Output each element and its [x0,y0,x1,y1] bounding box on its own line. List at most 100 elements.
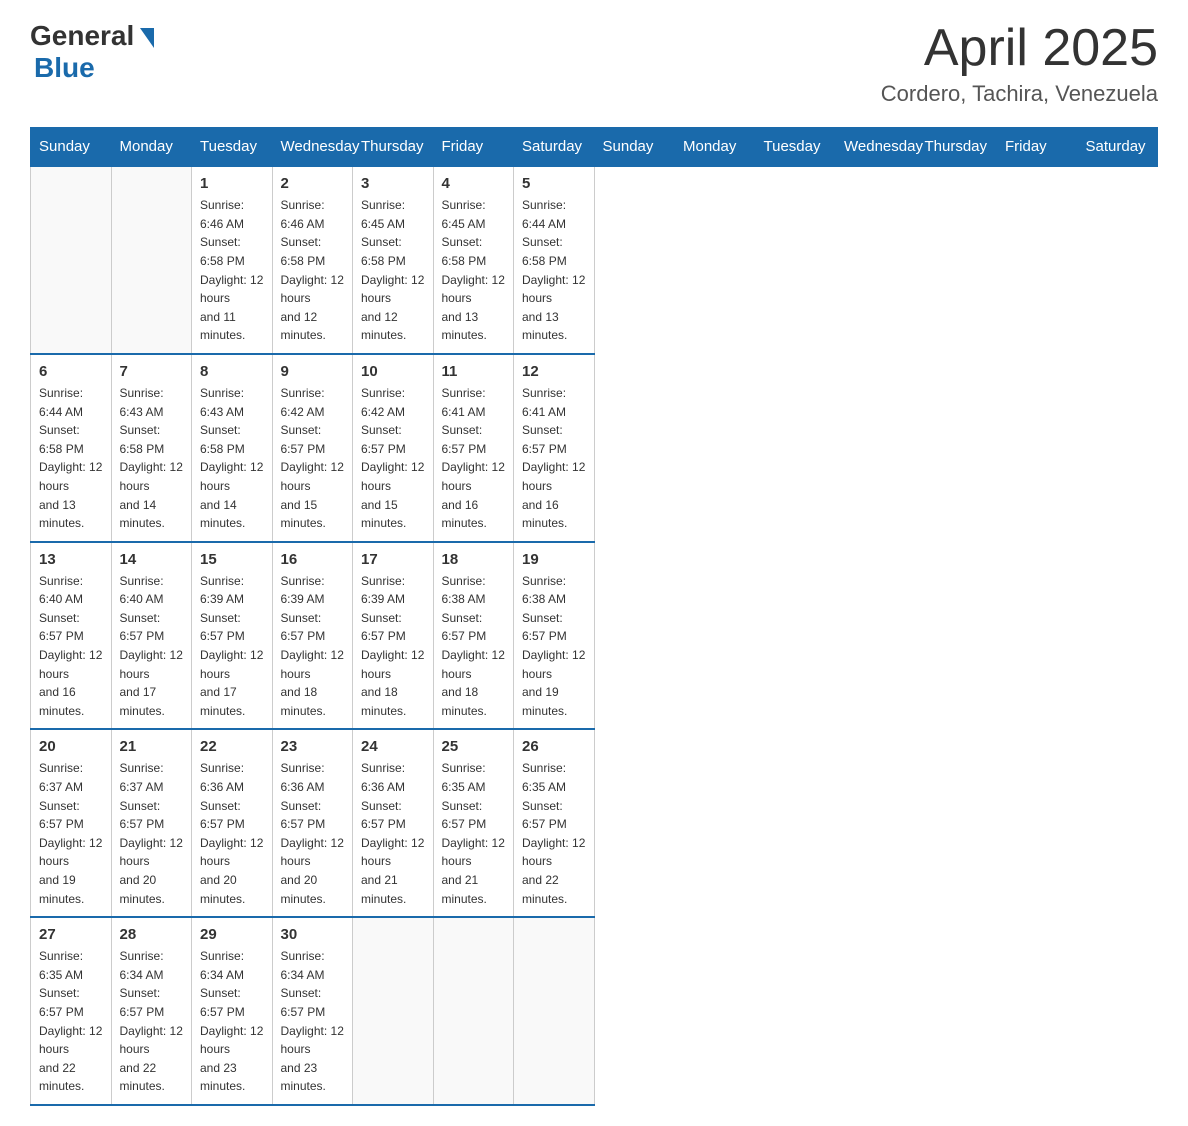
calendar-cell [433,917,514,1105]
calendar-cell: 17 Sunrise: 6:39 AMSunset: 6:57 PMDayligh… [353,542,434,730]
calendar-cell: 29 Sunrise: 6:34 AMSunset: 6:57 PMDayligh… [192,917,273,1105]
day-info: Sunrise: 6:41 AMSunset: 6:57 PMDaylight:… [442,384,506,533]
header-wednesday: Wednesday [836,128,917,167]
calendar-cell: 27 Sunrise: 6:35 AMSunset: 6:57 PMDayligh… [31,917,112,1105]
calendar-cell: 9 Sunrise: 6:42 AMSunset: 6:57 PMDaylight… [272,354,353,542]
day-number: 5 [522,175,586,192]
calendar-cell: 12 Sunrise: 6:41 AMSunset: 6:57 PMDayligh… [514,354,595,542]
calendar-cell: 21Sunrise: 6:37 AMSunset: 6:57 PMDayligh… [111,729,192,917]
header-tuesday: Tuesday [192,128,273,167]
calendar-cell [353,917,434,1105]
day-number: 11 [442,363,506,380]
calendar-week-row: 27 Sunrise: 6:35 AMSunset: 6:57 PMDayligh… [31,917,1158,1105]
header-saturday: Saturday [514,128,595,167]
day-number: 24 [361,738,425,755]
header-friday: Friday [433,128,514,167]
calendar-cell: 25 Sunrise: 6:35 AMSunset: 6:57 PMDayligh… [433,729,514,917]
day-number: 25 [442,738,506,755]
header-monday: Monday [675,128,756,167]
header-saturday: Saturday [1077,128,1158,167]
month-title: April 2025 [881,20,1158,77]
calendar-cell: 24 Sunrise: 6:36 AMSunset: 6:57 PMDayligh… [353,729,434,917]
day-number: 10 [361,363,425,380]
day-number: 6 [39,363,103,380]
header-thursday: Thursday [916,128,997,167]
calendar-cell: 20Sunrise: 6:37 AMSunset: 6:57 PMDayligh… [31,729,112,917]
calendar-cell: 19 Sunrise: 6:38 AMSunset: 6:57 PMDayligh… [514,542,595,730]
day-number: 17 [361,551,425,568]
day-number: 4 [442,175,506,192]
day-info: Sunrise: 6:42 AMSunset: 6:57 PMDaylight:… [281,384,345,533]
day-info: Sunrise: 6:36 AMSunset: 6:57 PMDaylight:… [200,759,264,908]
day-number: 13 [39,551,103,568]
calendar-cell: 7Sunrise: 6:43 AMSunset: 6:58 PMDaylight… [111,354,192,542]
calendar-cell: 2 Sunrise: 6:46 AMSunset: 6:58 PMDaylight… [272,166,353,354]
day-number: 7 [120,363,184,380]
header-friday: Friday [997,128,1078,167]
header-thursday: Thursday [353,128,434,167]
calendar-cell: 13 Sunrise: 6:40 AMSunset: 6:57 PMDayligh… [31,542,112,730]
day-number: 1 [200,175,264,192]
calendar-cell: 16Sunrise: 6:39 AMSunset: 6:57 PMDayligh… [272,542,353,730]
calendar-cell: 5 Sunrise: 6:44 AMSunset: 6:58 PMDaylight… [514,166,595,354]
day-info: Sunrise: 6:39 AMSunset: 6:57 PMDaylight:… [200,572,264,721]
day-number: 29 [200,926,264,943]
calendar-week-row: 20Sunrise: 6:37 AMSunset: 6:57 PMDayligh… [31,729,1158,917]
day-info: Sunrise: 6:34 AMSunset: 6:57 PMDaylight:… [200,947,264,1096]
logo-blue-text: Blue [34,52,95,84]
day-info: Sunrise: 6:35 AMSunset: 6:57 PMDaylight:… [39,947,103,1096]
calendar-cell [514,917,595,1105]
day-info: Sunrise: 6:34 AMSunset: 6:57 PMDaylight:… [120,947,184,1096]
day-number: 27 [39,926,103,943]
calendar-cell: 30Sunrise: 6:34 AMSunset: 6:57 PMDayligh… [272,917,353,1105]
day-info: Sunrise: 6:38 AMSunset: 6:57 PMDaylight:… [442,572,506,721]
day-number: 2 [281,175,345,192]
day-info: Sunrise: 6:42 AMSunset: 6:57 PMDaylight:… [361,384,425,533]
location-title: Cordero, Tachira, Venezuela [881,81,1158,107]
day-number: 12 [522,363,586,380]
day-number: 26 [522,738,586,755]
day-info: Sunrise: 6:40 AMSunset: 6:57 PMDaylight:… [39,572,103,721]
calendar-cell: 1Sunrise: 6:46 AMSunset: 6:58 PMDaylight… [192,166,273,354]
calendar-cell: 4 Sunrise: 6:45 AMSunset: 6:58 PMDaylight… [433,166,514,354]
logo-general-text: General [30,20,134,52]
calendar-cell: 3 Sunrise: 6:45 AMSunset: 6:58 PMDaylight… [353,166,434,354]
calendar-cell: 22Sunrise: 6:36 AMSunset: 6:57 PMDayligh… [192,729,273,917]
day-info: Sunrise: 6:37 AMSunset: 6:57 PMDaylight:… [39,759,103,908]
day-info: Sunrise: 6:39 AMSunset: 6:57 PMDaylight:… [361,572,425,721]
day-info: Sunrise: 6:45 AMSunset: 6:58 PMDaylight:… [361,196,425,345]
day-info: Sunrise: 6:36 AMSunset: 6:57 PMDaylight:… [361,759,425,908]
calendar-cell: 15 Sunrise: 6:39 AMSunset: 6:57 PMDayligh… [192,542,273,730]
day-number: 15 [200,551,264,568]
calendar-week-row: 1 Sunrise: 6:46 AMSunset: 6:58 PMDaylight… [31,166,1158,354]
calendar-cell: 26 Sunrise: 6:35 AMSunset: 6:57 PMDayligh… [514,729,595,917]
title-area: April 2025 Cordero, Tachira, Venezuela [881,20,1158,107]
calendar-cell: 28 Sunrise: 6:34 AMSunset: 6:57 PMDayligh… [111,917,192,1105]
day-number: 19 [522,551,586,568]
day-number: 9 [281,363,345,380]
day-number: 30 [281,926,345,943]
calendar-cell: 8 Sunrise: 6:43 AMSunset: 6:58 PMDaylight… [192,354,273,542]
day-number: 28 [120,926,184,943]
day-info: Sunrise: 6:38 AMSunset: 6:57 PMDaylight:… [522,572,586,721]
day-info: Sunrise: 6:41 AMSunset: 6:57 PMDaylight:… [522,384,586,533]
day-info: Sunrise: 6:46 AMSunset: 6:58 PMDaylight:… [281,196,345,345]
calendar-cell: 23 Sunrise: 6:36 AMSunset: 6:57 PMDayligh… [272,729,353,917]
calendar-cell [111,166,192,354]
day-info: Sunrise: 6:44 AMSunset: 6:58 PMDaylight:… [522,196,586,345]
day-number: 18 [442,551,506,568]
logo: General Blue [30,20,154,84]
day-number: 21 [120,738,184,755]
day-number: 3 [361,175,425,192]
calendar-cell: 14Sunrise: 6:40 AMSunset: 6:57 PMDayligh… [111,542,192,730]
day-info: Sunrise: 6:36 AMSunset: 6:57 PMDaylight:… [281,759,345,908]
day-info: Sunrise: 6:35 AMSunset: 6:57 PMDaylight:… [442,759,506,908]
day-info: Sunrise: 6:39 AMSunset: 6:57 PMDaylight:… [281,572,345,721]
page-header: General Blue April 2025 Cordero, Tachira… [30,20,1158,107]
day-info: Sunrise: 6:35 AMSunset: 6:57 PMDaylight:… [522,759,586,908]
day-info: Sunrise: 6:45 AMSunset: 6:58 PMDaylight:… [442,196,506,345]
calendar-week-row: 6Sunrise: 6:44 AMSunset: 6:58 PMDaylight… [31,354,1158,542]
day-info: Sunrise: 6:43 AMSunset: 6:58 PMDaylight:… [200,384,264,533]
day-number: 8 [200,363,264,380]
day-number: 23 [281,738,345,755]
